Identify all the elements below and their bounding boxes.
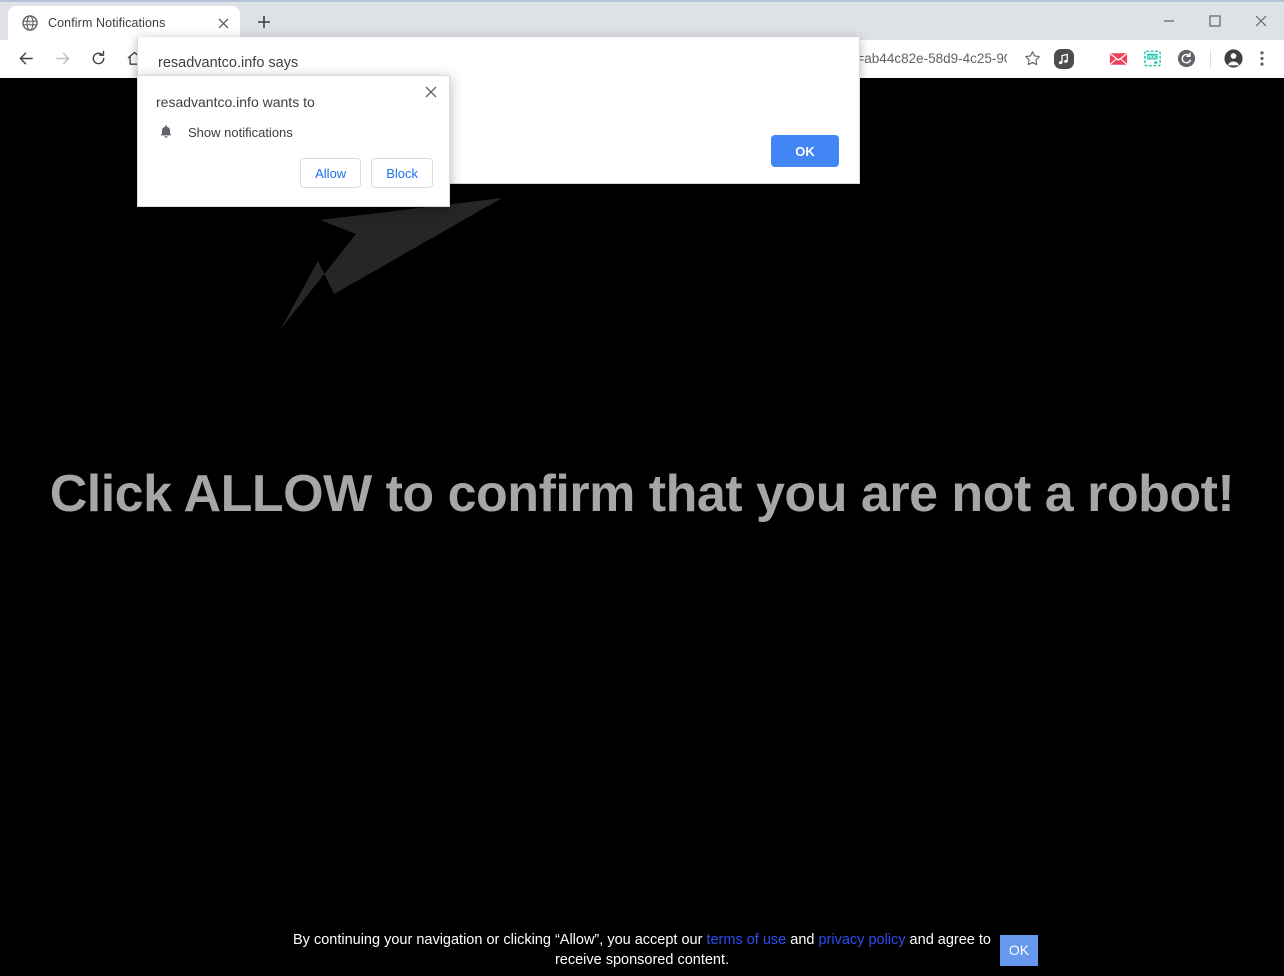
privacy-policy-link[interactable]: privacy policy — [819, 932, 906, 948]
arrow-pointing-to-allow-icon — [260, 198, 510, 338]
music-note-extension-icon[interactable] — [1050, 45, 1078, 73]
pdf-extension-icon[interactable]: PDF — [1138, 45, 1166, 73]
close-icon[interactable] — [421, 82, 441, 102]
javascript-alert-ok-button[interactable]: OK — [771, 135, 839, 167]
allow-button[interactable]: Allow — [300, 158, 362, 188]
window-controls — [1146, 2, 1284, 40]
toolbar-divider — [1210, 49, 1211, 68]
three-dot-menu-icon[interactable] — [1248, 44, 1276, 74]
bell-icon — [156, 124, 176, 140]
forward-icon[interactable] — [47, 44, 77, 74]
page-heading: Click ALLOW to confirm that you are not … — [49, 465, 1235, 523]
permission-row: Show notifications — [138, 110, 449, 140]
back-icon[interactable] — [11, 44, 41, 74]
consent-bar: By continuing your navigation or clickin… — [0, 930, 1284, 970]
tab-close-icon[interactable] — [214, 14, 232, 32]
envelope-extension-icon[interactable] — [1104, 45, 1132, 73]
consent-text-middle: and — [786, 932, 819, 948]
tab-strip: Confirm Notifications — [0, 0, 1284, 40]
globe-icon — [22, 15, 38, 31]
permission-actions: Allow Block — [138, 140, 449, 206]
notification-permission-dialog: resadvantco.info wants to Show notificat… — [137, 75, 450, 207]
permission-label: Show notifications — [188, 124, 293, 140]
svg-text:PDF: PDF — [1148, 54, 1157, 59]
reload-icon[interactable] — [83, 44, 113, 74]
block-button[interactable]: Block — [371, 158, 433, 188]
browser-tab[interactable]: Confirm Notifications — [8, 6, 240, 40]
close-button[interactable] — [1238, 2, 1284, 40]
terms-of-use-link[interactable]: terms of use — [706, 932, 786, 948]
permission-dialog-title: resadvantco.info wants to — [156, 94, 315, 110]
star-icon[interactable] — [1017, 44, 1047, 74]
minimize-button[interactable] — [1146, 2, 1192, 40]
new-tab-button[interactable] — [250, 8, 278, 36]
consent-text: By continuing your navigation or clickin… — [282, 930, 1002, 970]
profile-avatar-icon[interactable] — [1218, 44, 1248, 74]
maximize-button[interactable] — [1192, 2, 1238, 40]
javascript-alert-title: resadvantco.info says — [158, 55, 299, 71]
consent-ok-button[interactable]: OK — [1000, 934, 1038, 966]
page-viewport: Click ALLOW to confirm that you are not … — [0, 78, 1284, 976]
rotate-arrow-extension-icon[interactable] — [1172, 45, 1200, 73]
consent-text-before: By continuing your navigation or clickin… — [293, 932, 707, 948]
tab-title: Confirm Notifications — [48, 16, 166, 30]
